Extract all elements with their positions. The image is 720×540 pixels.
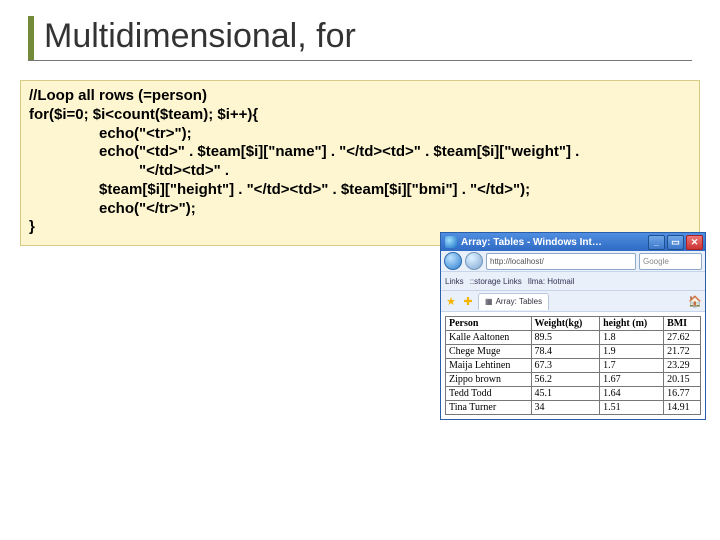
table-cell: 16.77 xyxy=(664,387,701,401)
link-item[interactable]: Ilma: Hotmail xyxy=(528,277,575,286)
table-row: Tina Turner341.5114.91 xyxy=(446,401,701,415)
link-item[interactable]: ::storage Links xyxy=(470,277,522,286)
browser-window: Array: Tables - Windows Int… _ ▭ ✕ http:… xyxy=(440,232,706,420)
table-row: Chege Muge78.41.921.72 xyxy=(446,345,701,359)
links-toolbar: Links ::storage Links Ilma: Hotmail xyxy=(441,272,705,291)
forward-button[interactable] xyxy=(465,252,483,270)
table-cell: Tina Turner xyxy=(446,401,532,415)
tab-active[interactable]: ▦ Array: Tables xyxy=(478,293,549,310)
code-line: echo("</tr>"); xyxy=(29,200,691,219)
code-line: } xyxy=(29,218,35,235)
close-button[interactable]: ✕ xyxy=(686,235,703,250)
table-cell: 1.64 xyxy=(600,387,664,401)
code-line: //Loop all rows (=person) xyxy=(29,87,207,104)
table-cell: Zippo brown xyxy=(446,373,532,387)
table-header: Person xyxy=(446,317,532,331)
favorites-star-icon[interactable]: ★ xyxy=(444,294,458,308)
table-row: Kalle Aaltonen89.51.827.62 xyxy=(446,331,701,345)
code-line: for($i=0; $i<count($team); $i++){ xyxy=(29,106,258,123)
slide-title: Multidimensional, for xyxy=(44,17,356,60)
data-table: Person Weight(kg) height (m) BMI Kalle A… xyxy=(445,316,701,415)
table-cell: 20.15 xyxy=(664,373,701,387)
table-row: Zippo brown56.21.6720.15 xyxy=(446,373,701,387)
code-line: $team[$i]["height"] . "</td><td>" . $tea… xyxy=(29,181,691,200)
table-cell: 23.29 xyxy=(664,359,701,373)
table-cell: 1.9 xyxy=(600,345,664,359)
code-line: echo("<td>" . $team[$i]["name"] . "</td>… xyxy=(29,143,691,162)
table-cell: 67.3 xyxy=(531,359,600,373)
table-cell: 1.67 xyxy=(600,373,664,387)
table-header: Weight(kg) xyxy=(531,317,600,331)
table-cell: Maija Lehtinen xyxy=(446,359,532,373)
table-cell: 56.2 xyxy=(531,373,600,387)
tab-favicon: ▦ xyxy=(485,297,493,306)
table-cell: 21.72 xyxy=(664,345,701,359)
table-header: height (m) xyxy=(600,317,664,331)
browser-titlebar[interactable]: Array: Tables - Windows Int… _ ▭ ✕ xyxy=(441,233,705,251)
table-cell: 14.91 xyxy=(664,401,701,415)
table-cell: 45.1 xyxy=(531,387,600,401)
slide-title-block: Multidimensional, for xyxy=(28,16,692,61)
ie-icon xyxy=(445,236,457,248)
browser-content: Person Weight(kg) height (m) BMI Kalle A… xyxy=(441,312,705,419)
address-bar-row: http://localhost/ Google xyxy=(441,251,705,272)
tabs-toolbar: ★ ✚ ▦ Array: Tables 🏠 xyxy=(441,291,705,312)
maximize-button[interactable]: ▭ xyxy=(667,235,684,250)
minimize-button[interactable]: _ xyxy=(648,235,665,250)
code-line: echo("<tr>"); xyxy=(29,125,691,144)
table-cell: 1.51 xyxy=(600,401,664,415)
table-cell: Tedd Todd xyxy=(446,387,532,401)
table-header: BMI xyxy=(664,317,701,331)
search-box[interactable]: Google xyxy=(639,253,702,270)
tab-label: Array: Tables xyxy=(496,297,543,306)
table-cell: 1.8 xyxy=(600,331,664,345)
table-row: Maija Lehtinen67.31.723.29 xyxy=(446,359,701,373)
home-icon[interactable]: 🏠 xyxy=(688,294,702,308)
table-cell: Kalle Aaltonen xyxy=(446,331,532,345)
code-block: //Loop all rows (=person) for($i=0; $i<c… xyxy=(20,80,700,246)
code-line: "</td><td>" . xyxy=(29,162,691,181)
table-cell: 27.62 xyxy=(664,331,701,345)
table-cell: 1.7 xyxy=(600,359,664,373)
window-title: Array: Tables - Windows Int… xyxy=(461,237,648,248)
links-label: Links xyxy=(445,277,464,286)
table-cell: 34 xyxy=(531,401,600,415)
table-cell: 89.5 xyxy=(531,331,600,345)
add-favorite-icon[interactable]: ✚ xyxy=(461,294,475,308)
title-accent-bar xyxy=(28,16,34,60)
table-row: Tedd Todd45.11.6416.77 xyxy=(446,387,701,401)
back-button[interactable] xyxy=(444,252,462,270)
table-cell: Chege Muge xyxy=(446,345,532,359)
address-bar[interactable]: http://localhost/ xyxy=(486,253,636,270)
table-cell: 78.4 xyxy=(531,345,600,359)
